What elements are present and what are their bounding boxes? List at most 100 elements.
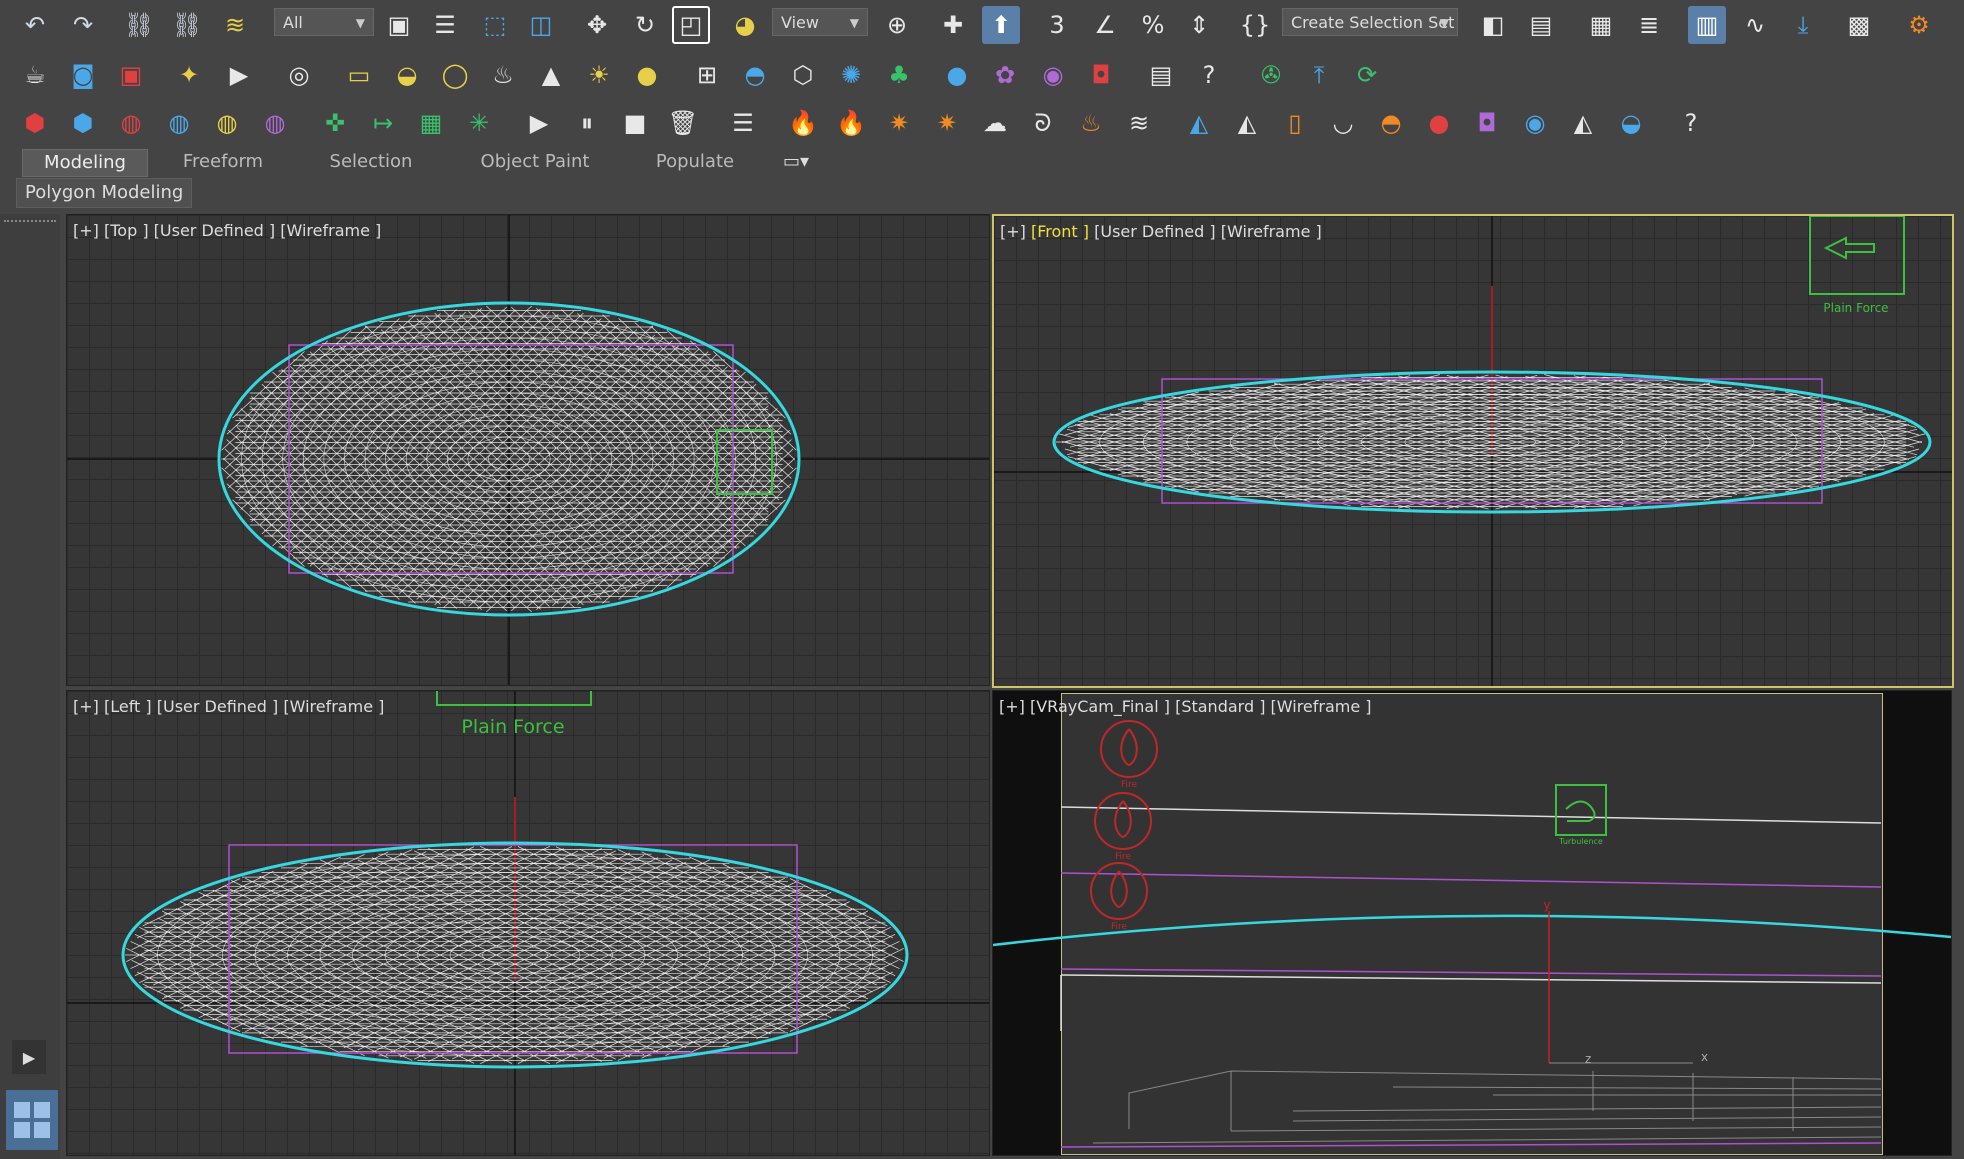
material-balls-icon[interactable]: ✿ bbox=[986, 56, 1024, 94]
milk-preset-icon[interactable]: ◓ bbox=[1372, 104, 1410, 142]
curve-editor-icon[interactable]: ∿ bbox=[1736, 6, 1774, 44]
spot-light-icon[interactable]: ▲ bbox=[532, 56, 570, 94]
viewport-layout-button[interactable] bbox=[6, 1090, 58, 1150]
stop-icon[interactable]: ■ bbox=[616, 104, 654, 142]
ocean-preset-icon[interactable]: ◉ bbox=[1516, 104, 1554, 142]
plane-icon[interactable]: ◓ bbox=[736, 56, 774, 94]
vp-shading[interactable]: [User Defined ] bbox=[1094, 222, 1216, 241]
tab-freeform[interactable]: Freeform bbox=[168, 149, 278, 175]
particle-source-icon[interactable]: ◍ bbox=[208, 104, 246, 142]
pause-icon[interactable]: ⏸ bbox=[568, 104, 606, 142]
presets-icon[interactable]: ☰ bbox=[724, 104, 762, 142]
liquid-preset-icon[interactable]: ◭ bbox=[1180, 104, 1218, 142]
phoenix-simulate-icon[interactable]: ⟳ bbox=[1348, 56, 1386, 94]
viewport-front[interactable]: Plain Force [+] [Front ] [User Defined ]… bbox=[992, 214, 1954, 688]
proxy-icon[interactable]: ⊞ bbox=[688, 56, 726, 94]
fire-preset-icon[interactable]: 🔥 bbox=[784, 104, 822, 142]
foam-preset-icon[interactable]: ◒ bbox=[1612, 104, 1650, 142]
viewport-top[interactable]: [+] [Top ] [User Defined ] [Wireframe ] bbox=[66, 214, 990, 686]
dome-light-icon[interactable]: ◒ bbox=[388, 56, 426, 94]
mirror-icon[interactable]: ◧ bbox=[1474, 6, 1512, 44]
vp-mode[interactable]: [Wireframe ] bbox=[280, 221, 381, 240]
vp-view[interactable]: [Front ] bbox=[1031, 222, 1089, 241]
ies-light-icon[interactable]: ♨ bbox=[484, 56, 522, 94]
delete-cache-icon[interactable]: 🗑 bbox=[664, 104, 702, 142]
ellipsoid-mesh[interactable] bbox=[1056, 374, 1925, 510]
wind-preset-icon[interactable]: ≋ bbox=[1120, 104, 1158, 142]
vp-shading[interactable]: [Standard ] bbox=[1175, 697, 1265, 716]
schematic-view-icon[interactable]: ⤓ bbox=[1784, 6, 1822, 44]
fuel-preset-icon[interactable]: ✷ bbox=[928, 104, 966, 142]
tab-object-paint[interactable]: Object Paint bbox=[470, 149, 600, 175]
viewport-label[interactable]: [+] [Top ] [User Defined ] [Wireframe ] bbox=[73, 221, 381, 240]
vp-shading[interactable]: [User Defined ] bbox=[157, 697, 279, 716]
emit-icon[interactable]: ↦ bbox=[364, 104, 402, 142]
snaps-toggle-icon[interactable]: 3 bbox=[1038, 6, 1076, 44]
grass-icon[interactable]: ♣ bbox=[880, 56, 918, 94]
spark-icon[interactable]: ✳ bbox=[460, 104, 498, 142]
viewport-label[interactable]: [+] [VRayCam_Final ] [Standard ] [Wirefr… bbox=[999, 697, 1372, 716]
scene-explorer-icon[interactable]: ▦ bbox=[1582, 6, 1620, 44]
sun-icon[interactable]: ☀ bbox=[580, 56, 618, 94]
tab-populate[interactable]: Populate bbox=[640, 149, 750, 175]
select-object-icon[interactable]: ▣ bbox=[380, 6, 418, 44]
vp-mode[interactable]: [Wireframe ] bbox=[1221, 222, 1322, 241]
phoenix-icon[interactable]: ✇ bbox=[1252, 56, 1290, 94]
tab-selection[interactable]: Selection bbox=[310, 149, 432, 175]
vp-menu[interactable]: [+] bbox=[73, 221, 99, 240]
turbulence-helper[interactable]: Turbulence bbox=[1555, 784, 1607, 846]
viewport-left[interactable]: Plain Force [+] [Left ] [User Defined ] … bbox=[66, 690, 990, 1156]
unlink-icon[interactable]: ⛓ bbox=[168, 6, 206, 44]
help-circle-icon[interactable]: ? bbox=[1190, 56, 1228, 94]
rectangular-selection-icon[interactable]: ⬚ bbox=[476, 6, 514, 44]
expand-icon[interactable]: ▶ bbox=[12, 1040, 46, 1074]
grid-icon[interactable]: ▦ bbox=[412, 104, 450, 142]
tab-modeling[interactable]: Modeling bbox=[22, 149, 148, 177]
bind-space-warp-icon[interactable]: ≋ bbox=[216, 6, 254, 44]
fire-source-icon[interactable]: ◍ bbox=[112, 104, 150, 142]
vray-physical-camera-icon[interactable]: ◎ bbox=[280, 56, 318, 94]
teapot-icon[interactable]: ☕ bbox=[16, 56, 54, 94]
polygon-modeling-panel[interactable]: Polygon Modeling bbox=[16, 178, 193, 208]
blood-preset-icon[interactable]: ● bbox=[1420, 104, 1458, 142]
vp-mode[interactable]: [Wireframe ] bbox=[283, 697, 384, 716]
wave-preset-icon[interactable]: ◭ bbox=[1564, 104, 1602, 142]
panel-grip[interactable] bbox=[4, 220, 56, 226]
render-setup-icon[interactable]: ⚙ bbox=[1900, 6, 1938, 44]
plain-force-helper[interactable] bbox=[1809, 216, 1905, 295]
add-helper-icon[interactable]: ✜ bbox=[316, 104, 354, 142]
vp-menu[interactable]: [+] bbox=[999, 697, 1025, 716]
named-selection-dropdown[interactable]: Create Selection Set ▼ bbox=[1282, 8, 1458, 36]
splash-preset-icon[interactable]: ◭ bbox=[1228, 104, 1266, 142]
phoenix-preview-icon[interactable]: ⤒ bbox=[1300, 56, 1338, 94]
render-icon[interactable]: ◙ bbox=[64, 56, 102, 94]
reference-coordinate-dropdown[interactable]: View ▼ bbox=[772, 8, 868, 36]
help-icon[interactable]: ? bbox=[1672, 104, 1710, 142]
ribbon-toggle-icon[interactable]: ▥ bbox=[1688, 6, 1726, 44]
select-move-icon[interactable]: ✥ bbox=[578, 6, 616, 44]
ribbon-options-icon[interactable]: ▭▾ bbox=[776, 149, 816, 175]
fur-icon[interactable]: ✺ bbox=[832, 56, 870, 94]
undo-icon[interactable]: ↶ bbox=[16, 6, 54, 44]
vp-view[interactable]: [Top ] bbox=[104, 221, 149, 240]
spinner-snap-icon[interactable]: ⇕ bbox=[1180, 6, 1218, 44]
sphere-light-icon[interactable]: ◯ bbox=[436, 56, 474, 94]
vp-menu[interactable]: [+] bbox=[1000, 222, 1026, 241]
vp-view[interactable]: [VRayCam_Final ] bbox=[1030, 697, 1170, 716]
mask-icon[interactable]: ◍ bbox=[256, 104, 294, 142]
vray-sphere-icon[interactable]: ● bbox=[938, 56, 976, 94]
cup-preset-icon[interactable]: ◡ bbox=[1324, 104, 1362, 142]
plain-force-helper[interactable] bbox=[436, 691, 592, 706]
select-scale-icon[interactable]: ◰ bbox=[672, 6, 710, 44]
link-icon[interactable]: ⛓ bbox=[120, 6, 158, 44]
vp-view[interactable]: [Left ] bbox=[104, 697, 152, 716]
frame-buffer-icon[interactable]: ▣ bbox=[112, 56, 150, 94]
selection-filter-dropdown[interactable]: All ▼ bbox=[274, 8, 374, 36]
percent-snap-icon[interactable]: % bbox=[1134, 6, 1172, 44]
vray-material-icon[interactable]: ◉ bbox=[1034, 56, 1072, 94]
select-manipulate-icon[interactable]: ✚ bbox=[934, 6, 972, 44]
viewport-label[interactable]: [+] [Front ] [User Defined ] [Wireframe … bbox=[1000, 222, 1322, 241]
viewport-label[interactable]: [+] [Left ] [User Defined ] [Wireframe ] bbox=[73, 697, 384, 716]
vray-object-properties-icon[interactable]: ◘ bbox=[1082, 56, 1120, 94]
select-place-icon[interactable]: ◕ bbox=[726, 6, 764, 44]
